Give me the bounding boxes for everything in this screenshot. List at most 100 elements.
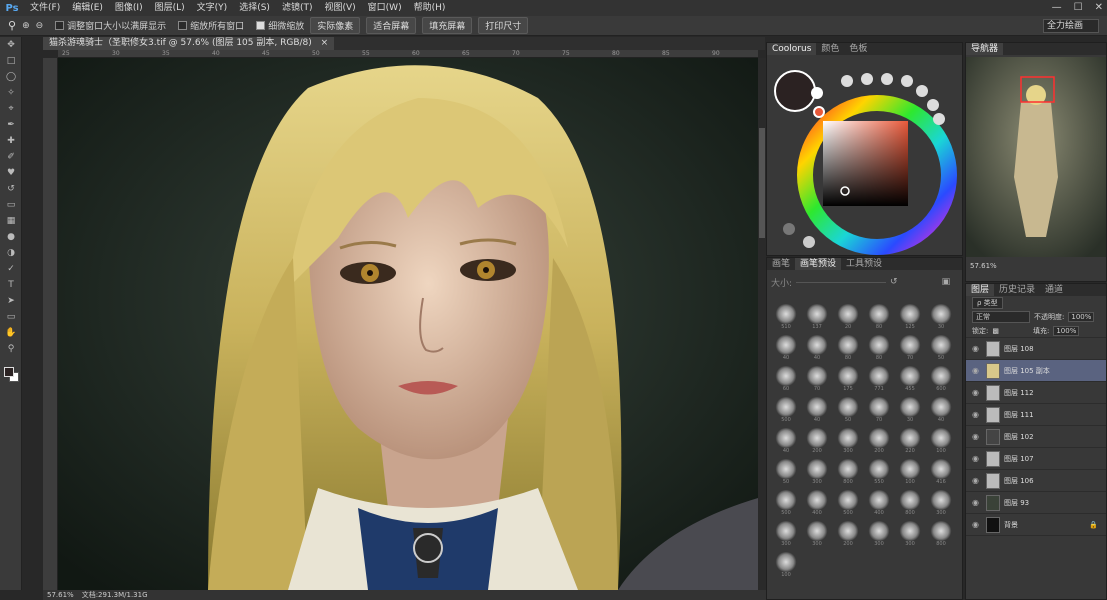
lock-icon[interactable]: ▩ (992, 327, 999, 335)
brush-preset[interactable]: 30 (895, 393, 925, 423)
brush-preset[interactable]: 800 (833, 455, 863, 485)
brush-preset[interactable]: 40 (802, 393, 832, 423)
tab-channels[interactable]: 通道 (1040, 284, 1068, 296)
move-tool-icon[interactable]: ✥ (0, 37, 22, 53)
brush-preset[interactable]: 600 (926, 362, 956, 392)
resize-windows-checkbox[interactable]: 调整窗口大小以满屏显示 (55, 19, 166, 32)
opacity-input[interactable]: 100% (1068, 312, 1095, 322)
eye-icon[interactable]: ◉ (972, 366, 982, 375)
brush-preset[interactable]: 800 (895, 486, 925, 516)
minimize-button[interactable]: — (1052, 0, 1062, 16)
menu-window[interactable]: 窗口(W) (362, 0, 408, 16)
layer-row[interactable]: ◉ 图层 108 (966, 338, 1106, 360)
blur-tool-icon[interactable]: ● (0, 229, 22, 245)
lasso-tool-icon[interactable]: ◯ (0, 69, 22, 85)
tab-swatches[interactable]: 色板 (844, 43, 872, 55)
blend-mode-select[interactable]: 正常 (972, 311, 1030, 323)
checkbox-box[interactable] (256, 21, 266, 30)
reset-icon[interactable]: ↺ (890, 277, 898, 287)
scrollbar-thumb[interactable] (759, 128, 765, 238)
brush-preset[interactable]: 100 (926, 424, 956, 454)
brush-preset[interactable]: 40 (771, 331, 801, 361)
layer-row[interactable]: ◉ 图层 106 (966, 470, 1106, 492)
brush-preset[interactable]: 771 (864, 362, 894, 392)
layer-kind-filter[interactable]: ρ 类型 (972, 297, 1003, 309)
brush-preset[interactable]: 200 (833, 517, 863, 547)
brush-preset[interactable]: 50 (771, 455, 801, 485)
eye-icon[interactable]: ◉ (972, 520, 982, 529)
healing-brush-tool-icon[interactable]: ✚ (0, 133, 22, 149)
shape-tool-icon[interactable]: ▭ (0, 309, 22, 325)
zoom-in-icon[interactable]: ⊕ (22, 21, 30, 31)
hue-handle[interactable] (813, 106, 825, 118)
layer-row[interactable]: ◉ 背景 🔒 (966, 514, 1106, 536)
menu-edit[interactable]: 编辑(E) (66, 0, 109, 16)
menu-select[interactable]: 选择(S) (233, 0, 276, 16)
fit-screen-button[interactable]: 适合屏幕 (366, 17, 417, 34)
new-preset-icon[interactable]: ▣ (942, 277, 951, 287)
eye-icon[interactable]: ◉ (972, 498, 982, 507)
scrubby-zoom-checkbox[interactable]: 细微缩放 (256, 19, 304, 32)
eye-icon[interactable]: ◉ (972, 476, 982, 485)
canvas[interactable] (58, 58, 758, 590)
menu-filter[interactable]: 滤镜(T) (276, 0, 319, 16)
brush-preset[interactable]: 175 (833, 362, 863, 392)
brush-preset[interactable]: 416 (926, 455, 956, 485)
tab-brush-presets[interactable]: 画笔预设 (795, 258, 842, 270)
pen-tool-icon[interactable]: ✓ (0, 261, 22, 277)
foreground-color-swatch[interactable] (4, 367, 14, 377)
close-button[interactable]: ✕ (1095, 0, 1103, 16)
brush-preset[interactable]: 300 (833, 424, 863, 454)
brush-preset[interactable]: 60 (771, 362, 801, 392)
gradient-tool-icon[interactable]: ▦ (0, 213, 22, 229)
brush-preset[interactable]: 70 (895, 331, 925, 361)
brush-preset[interactable]: 200 (864, 424, 894, 454)
eraser-tool-icon[interactable]: ▭ (0, 197, 22, 213)
marquee-tool-icon[interactable]: □ (0, 53, 22, 69)
navigator-preview[interactable] (966, 57, 1106, 257)
eye-icon[interactable]: ◉ (972, 432, 982, 441)
brush-preset[interactable]: 300 (802, 455, 832, 485)
brush-preset[interactable]: 20 (833, 300, 863, 330)
zoom-tool-icon[interactable]: ⚲ (8, 19, 16, 32)
brush-preset[interactable]: 220 (895, 424, 925, 454)
type-tool-icon[interactable]: T (0, 277, 22, 293)
checkbox-box[interactable] (178, 21, 188, 30)
brush-preset[interactable]: 50 (926, 331, 956, 361)
brush-preset[interactable]: 137 (802, 300, 832, 330)
brush-preset[interactable]: 500 (771, 393, 801, 423)
stamp-tool-icon[interactable]: ♥ (0, 165, 22, 181)
vertical-scrollbar[interactable] (758, 58, 766, 590)
brush-preset[interactable]: 200 (802, 424, 832, 454)
color-wheel[interactable] (767, 55, 962, 255)
zoom-tool-icon[interactable]: ⚲ (0, 341, 22, 357)
brush-preset[interactable]: 30 (926, 300, 956, 330)
crop-tool-icon[interactable]: ⌖ (0, 101, 22, 117)
document-tab[interactable]: 猫杀游魂骑士（圣职修女3.tif @ 57.6% (图层 105 副本, RGB… (43, 37, 335, 50)
workspace-select[interactable]: 全力绘画 (1043, 19, 1099, 33)
history-brush-tool-icon[interactable]: ↺ (0, 181, 22, 197)
brush-preset[interactable]: 100 (771, 548, 801, 578)
zoom-out-icon[interactable]: ⊖ (36, 21, 44, 31)
brush-preset[interactable]: 70 (864, 393, 894, 423)
brush-preset[interactable]: 80 (833, 331, 863, 361)
tab-tool-presets[interactable]: 工具预设 (841, 258, 887, 270)
current-color-swatch[interactable] (774, 70, 816, 112)
secondary-color-swatch[interactable] (811, 87, 823, 99)
maximize-button[interactable]: ☐ (1074, 0, 1083, 16)
menu-help[interactable]: 帮助(H) (408, 0, 452, 16)
fill-screen-button[interactable]: 填充屏幕 (422, 17, 473, 34)
menu-file[interactable]: 文件(F) (24, 0, 66, 16)
brush-preset[interactable]: 80 (864, 300, 894, 330)
brush-preset[interactable]: 40 (926, 393, 956, 423)
tab-coolorus[interactable]: Coolorus (767, 43, 817, 55)
close-tab-icon[interactable]: × (321, 38, 329, 48)
eyedropper-tool-icon[interactable]: ✒ (0, 117, 22, 133)
brush-preset[interactable]: 500 (771, 486, 801, 516)
brush-preset[interactable]: 400 (864, 486, 894, 516)
tab-navigator[interactable]: 导航器 (966, 43, 1004, 55)
tab-layers[interactable]: 图层 (966, 284, 995, 296)
hand-tool-icon[interactable]: ✋ (0, 325, 22, 341)
brush-preset[interactable]: 100 (895, 455, 925, 485)
brush-preset[interactable]: 455 (895, 362, 925, 392)
